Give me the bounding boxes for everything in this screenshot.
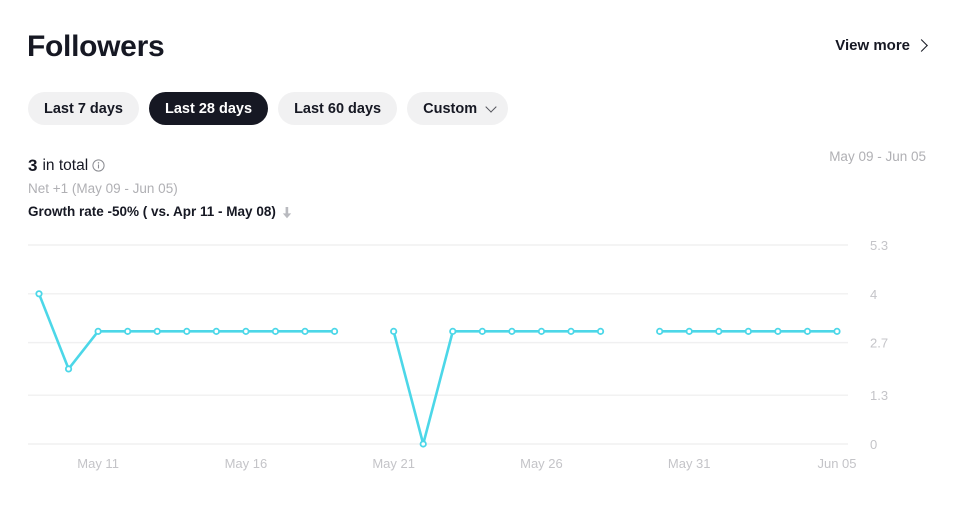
growth-rate-text: Growth rate -50% ( vs. Apr 11 - May 08)	[28, 204, 276, 219]
tab-last-60-days[interactable]: Last 60 days	[278, 92, 398, 125]
x-axis-tick-label: May 11	[77, 456, 119, 471]
data-point-marker[interactable]	[774, 327, 782, 335]
tab-last-7-days[interactable]: Last 7 days	[28, 92, 139, 125]
y-axis-tick-label: 0	[870, 437, 877, 452]
data-point-marker[interactable]	[212, 327, 220, 335]
growth-rate-row: Growth rate -50% ( vs. Apr 11 - May 08)	[28, 203, 292, 221]
x-axis-tick-label: May 21	[372, 456, 415, 471]
total-row: 3 in total	[28, 155, 292, 176]
data-point-marker[interactable]	[508, 327, 516, 335]
x-axis-tick-label: Jun 05	[817, 456, 856, 471]
y-axis-tick-label: 5.3	[870, 238, 888, 253]
data-point-marker[interactable]	[744, 327, 752, 335]
x-axis-tick-label: May 31	[668, 456, 711, 471]
data-point-marker[interactable]	[449, 327, 457, 335]
data-point-marker[interactable]	[537, 327, 546, 335]
y-axis-tick-label: 2.7	[870, 336, 888, 351]
data-point-marker[interactable]	[153, 327, 161, 335]
date-range-tabs: Last 7 days Last 28 days Last 60 days Cu…	[28, 92, 509, 125]
data-point-marker[interactable]	[803, 327, 812, 335]
arrow-down-icon	[282, 206, 292, 219]
chart-date-range: May 09 - Jun 05	[829, 149, 926, 164]
data-point-marker[interactable]	[567, 327, 575, 335]
tab-custom-label: Custom	[423, 100, 478, 117]
data-point-marker[interactable]	[833, 327, 841, 335]
data-point-marker[interactable]	[64, 365, 73, 373]
data-point-marker[interactable]	[271, 327, 280, 335]
followers-line-chart-svg: 01.32.745.3 May 11 May 16 May 21 May 26 May …	[28, 238, 888, 471]
tab-last-28-days[interactable]: Last 28 days	[149, 92, 269, 125]
data-point-marker[interactable]	[419, 440, 427, 448]
x-axis-tick-label: May 26	[520, 456, 563, 471]
series-line-segment	[392, 330, 602, 446]
data-point-marker[interactable]	[242, 327, 250, 335]
data-point-marker[interactable]	[330, 327, 339, 335]
data-point-marker[interactable]	[183, 327, 191, 335]
data-point-marker[interactable]	[390, 327, 398, 335]
data-point-marker[interactable]	[715, 327, 723, 335]
data-point-marker[interactable]	[478, 327, 486, 335]
info-icon[interactable]	[92, 159, 105, 172]
followers-chart: 0 1.3 2.7 4 5.3 May 11 May 16 May 21 May 26 May …	[0, 228, 954, 488]
net-change-text: Net +1 (May 09 - Jun 05)	[28, 181, 178, 196]
data-point-marker[interactable]	[301, 327, 309, 335]
chart-y-axis-labels: 0 1.3 2.7 4 5.3	[870, 238, 888, 452]
chart-series	[35, 290, 841, 448]
total-value: 3	[28, 156, 38, 175]
chart-x-axis-labels: May 11 May 16 May 21 May 26 May 31 Jun 05	[77, 456, 856, 471]
data-point-marker[interactable]	[124, 327, 132, 335]
chevron-right-icon	[915, 39, 928, 52]
chart-gridlines	[28, 244, 848, 445]
page-title: Followers	[27, 30, 165, 63]
tab-custom[interactable]: Custom	[407, 92, 509, 125]
y-axis-tick-label: 1.3	[870, 388, 888, 403]
summary-block: 3 in total Net +1 (May 09 - Jun 05) Grow…	[28, 155, 292, 221]
view-more-label: View more	[835, 37, 910, 54]
data-point-marker[interactable]	[596, 327, 605, 335]
data-point-marker[interactable]	[685, 327, 693, 335]
total-suffix: in total	[42, 157, 89, 174]
data-point-marker[interactable]	[35, 290, 43, 298]
x-axis-tick-label: May 16	[225, 456, 268, 471]
data-point-marker[interactable]	[656, 327, 664, 335]
chevron-down-icon	[485, 100, 497, 113]
data-point-marker[interactable]	[94, 327, 102, 335]
header: Followers View more	[0, 0, 954, 80]
view-more-button[interactable]: View more	[835, 36, 928, 56]
y-axis-tick-label: 4	[870, 287, 877, 302]
